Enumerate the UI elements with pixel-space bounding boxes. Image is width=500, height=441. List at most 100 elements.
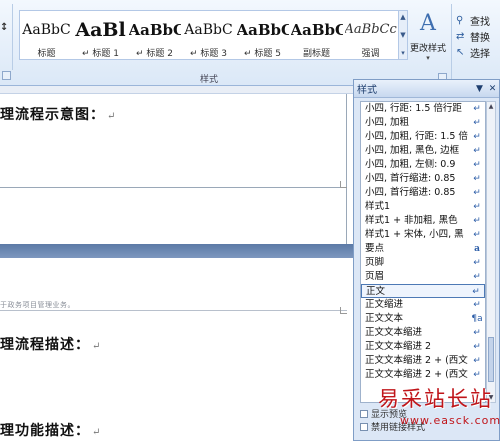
style-sample: AaBbCc: [344, 22, 397, 37]
paragraph-style-icon: ↵: [471, 144, 483, 158]
horizontal-ruler: [0, 86, 353, 94]
close-icon[interactable]: ✕: [486, 84, 499, 94]
style-sample: AaBbC: [128, 21, 181, 39]
select-label: 选择: [470, 48, 490, 60]
styles-pane-title: 样式: [357, 85, 377, 96]
paragraph-style-icon: ↵: [471, 326, 483, 340]
quick-style-item[interactable]: AaBbC ↵ 标题 5: [236, 11, 290, 59]
select-button[interactable]: ↖ 选择: [456, 44, 500, 60]
style-list-item[interactable]: 正文文本 ¶a: [361, 312, 485, 326]
replace-label: 替换: [470, 32, 490, 44]
replace-button[interactable]: ⇄ 替换: [456, 28, 500, 44]
ribbon: ↕ AaBbC 标题 AaBl ↵ 标题 1 AaBbC ↵ 标题 2 AaBbC ↵ 标题 …: [0, 0, 500, 86]
style-list-item[interactable]: 页眉 ↵: [361, 270, 485, 284]
style-name: 小四, 首行缩进: 0.85: [365, 187, 456, 198]
change-styles-label: 更改样式: [409, 44, 446, 54]
quick-style-item[interactable]: AaBbC 副标题: [290, 11, 344, 59]
paragraph-mark: ↵: [107, 111, 117, 122]
style-sample: AaBbC: [184, 22, 233, 38]
find-label: 查找: [470, 16, 490, 28]
scroll-up-icon[interactable]: ▲: [487, 103, 495, 110]
group-divider: [451, 4, 452, 84]
select-arrow-icon: ↖: [456, 46, 465, 58]
paragraph-style-icon: ↵: [471, 354, 483, 368]
paragraph-style-icon: ↵: [471, 130, 483, 144]
paragraph-style-icon: ¶a: [471, 312, 483, 326]
binoculars-icon: ⚲: [456, 14, 464, 26]
style-name: 样式1: [365, 201, 391, 212]
find-button[interactable]: ⚲ 查找: [456, 12, 500, 28]
gallery-down-icon[interactable]: ▼: [400, 31, 405, 39]
gallery-scroll[interactable]: ▲ ▼ ▾: [398, 10, 408, 60]
paragraph-style-icon: ↵: [471, 340, 483, 354]
paragraph-style-icon: ↵: [470, 285, 482, 297]
style-list-item[interactable]: 要点 a: [361, 242, 485, 256]
pane-menu-icon[interactable]: ▼: [473, 84, 486, 94]
style-name: 样式1 + 非加粗, 黑色: [365, 215, 458, 226]
style-list-item[interactable]: 页脚 ↵: [361, 256, 485, 270]
watermark-text: 易采站长站: [378, 387, 493, 411]
crop-mark: [340, 181, 347, 188]
quick-style-item[interactable]: AaBbC ↵ 标题 2: [128, 11, 182, 59]
style-name: 小四, 加粗, 行距: 1.5 倍: [365, 131, 468, 142]
style-name: 样式1 + 宋体, 小四, 黑: [365, 229, 464, 240]
style-sample: AaBbC: [22, 22, 71, 38]
style-list-item[interactable]: 小四, 首行缩进: 0.85 ↵: [361, 186, 485, 200]
style-label: ↵ 标题 2: [136, 49, 173, 59]
page-1: 理流程示意图： ↵: [0, 94, 347, 250]
paragraph-dialog-launcher[interactable]: [2, 71, 11, 80]
checkbox-icon: [360, 422, 368, 431]
style-label: 标题: [37, 49, 56, 59]
header-text: 于政务项目管理业务。: [0, 301, 75, 309]
crop-mark: [340, 307, 347, 314]
quick-style-item[interactable]: AaBbC ↵ 标题 3: [182, 11, 236, 59]
style-list-item[interactable]: 小四, 加粗, 黑色, 边框 ↵: [361, 144, 485, 158]
gallery-up-icon[interactable]: ▲: [400, 13, 405, 21]
style-list-item[interactable]: 正文文本缩进 2 + (西文 ↵: [361, 368, 485, 382]
styles-pane-title-bar: 样式 ▼ ✕: [354, 80, 499, 98]
style-list-item[interactable]: 样式1 ↵: [361, 200, 485, 214]
heading-function-description: 理功能描述： ↵: [0, 420, 101, 440]
style-name: 正文文本缩进: [365, 327, 423, 338]
paragraph-style-icon: ↵: [471, 200, 483, 214]
style-list-item[interactable]: 小四, 加粗 ↵: [361, 116, 485, 130]
watermark-url: www.easck.com: [400, 414, 500, 427]
style-name: 小四, 行距: 1.5 倍行距: [365, 103, 462, 114]
paragraph-mark: ↵: [92, 427, 102, 438]
style-list-item[interactable]: 正文文本缩进 ↵: [361, 326, 485, 340]
paragraph-mark: ↵: [92, 341, 102, 352]
style-name: 小四, 首行缩进: 0.85: [365, 173, 456, 184]
quick-style-item[interactable]: AaBbCc 强调: [344, 11, 398, 59]
style-label: ↵ 标题 5: [244, 49, 281, 59]
style-list-item[interactable]: 小四, 首行缩进: 0.85 ↵: [361, 172, 485, 186]
paragraph-sort-icon[interactable]: ↕: [0, 22, 10, 34]
paragraph-style-icon: ↵: [471, 214, 483, 228]
style-list-item[interactable]: 正文文本缩进 2 + (西文 ↵: [361, 354, 485, 368]
styles-group-label: 样式: [200, 75, 219, 85]
quick-style-item[interactable]: AaBbC 标题: [20, 11, 74, 59]
style-name: 正文: [366, 286, 386, 297]
style-list-item[interactable]: 小四, 加粗, 左侧: 0.9 ↵: [361, 158, 485, 172]
style-list-item[interactable]: 小四, 行距: 1.5 倍行距 ↵: [361, 102, 485, 116]
chevron-down-icon: ▾: [426, 54, 430, 62]
style-name: 要点: [365, 243, 385, 254]
checkbox-icon: [360, 409, 368, 418]
style-list-item[interactable]: 正文 ↵: [361, 284, 485, 298]
style-list-item[interactable]: 正文文本缩进 2 ↵: [361, 340, 485, 354]
gallery-more-icon[interactable]: ▾: [401, 49, 405, 57]
scroll-thumb[interactable]: [488, 337, 494, 382]
style-name: 小四, 加粗, 黑色, 边框: [365, 145, 460, 156]
paragraph-style-icon: ↵: [471, 186, 483, 200]
quick-style-item[interactable]: AaBl ↵ 标题 1: [74, 11, 128, 59]
style-list-item[interactable]: 正文缩进 ↵: [361, 298, 485, 312]
styles-list-scrollbar[interactable]: ▲ ▼: [486, 101, 496, 403]
document-area[interactable]: 理流程示意图： ↵ 于政务项目管理业务。 理流程描述： ↵ 理功能描述： ↵: [0, 94, 353, 441]
style-list-item[interactable]: 样式1 + 宋体, 小四, 黑 ↵: [361, 228, 485, 242]
style-name: 页眉: [365, 271, 385, 282]
style-list-item[interactable]: 小四, 加粗, 行距: 1.5 倍 ↵: [361, 130, 485, 144]
paragraph-style-icon: ↵: [471, 116, 483, 130]
heading-process-diagram: 理流程示意图： ↵: [0, 104, 116, 124]
style-label: ↵ 标题 3: [190, 49, 227, 59]
style-list-item[interactable]: 样式1 + 非加粗, 黑色 ↵: [361, 214, 485, 228]
change-styles-button[interactable]: A 更改样式 ▾: [409, 10, 447, 68]
